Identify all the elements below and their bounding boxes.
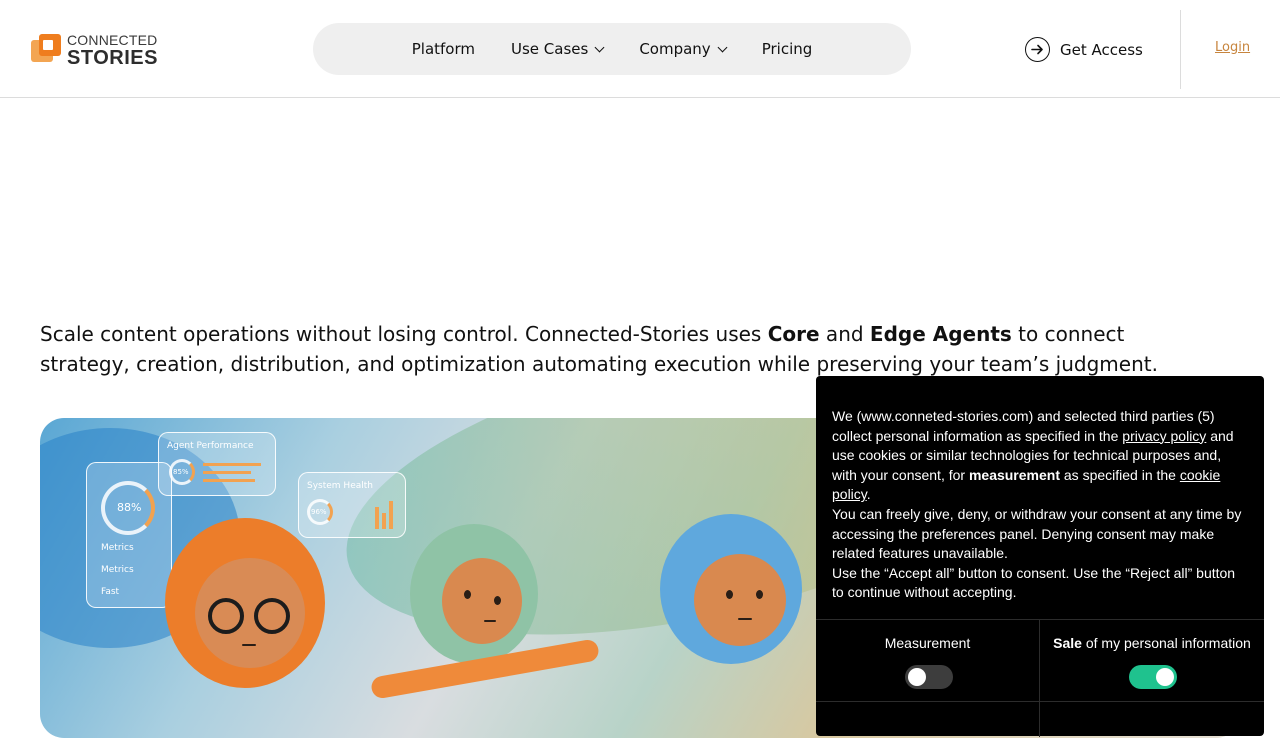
- arrow-right-circle-icon: [1025, 37, 1050, 62]
- site-header: CONNECTED STORIES Platform Use Cases Com…: [0, 0, 1280, 98]
- login-link[interactable]: Login: [1215, 40, 1250, 55]
- header-divider: [1180, 10, 1181, 89]
- get-access-button[interactable]: Get Access: [1025, 37, 1143, 62]
- nav-item-label: Pricing: [761, 40, 813, 58]
- agent-performance-panel: Agent Performance 85%: [158, 432, 276, 496]
- sale-label: Sale of my personal information: [1053, 635, 1251, 651]
- cookie-accept-reject-text: Use the “Accept all” button to consent. …: [832, 564, 1236, 601]
- nav-item-company[interactable]: Company: [639, 40, 728, 58]
- nav-item-pricing[interactable]: Pricing: [762, 40, 813, 58]
- metrics-panel: 88% Metrics Metrics Fast: [86, 462, 172, 608]
- measurement-label: Measurement: [884, 635, 971, 651]
- nav-item-label: Platform: [411, 40, 475, 58]
- nav-item-use-cases[interactable]: Use Cases: [511, 40, 605, 58]
- measurement-toggle[interactable]: [905, 665, 953, 689]
- cookie-toggle-grid: Measurement Sale of my personal informat…: [816, 619, 1264, 737]
- logo-line-1: CONNECTED: [67, 31, 158, 48]
- nav-item-platform[interactable]: Platform: [412, 40, 475, 58]
- chevron-down-icon: [594, 42, 605, 52]
- logo-line-2: STORIES: [67, 46, 158, 69]
- nav-item-label: Company: [639, 40, 711, 58]
- main-nav: Platform Use Cases Company Pricing: [313, 23, 911, 75]
- privacy-policy-link[interactable]: privacy policy: [1122, 428, 1206, 444]
- intro-paragraph: Scale content operations without losing …: [40, 322, 1158, 376]
- logo-mark-icon: [31, 34, 63, 66]
- chevron-down-icon: [717, 42, 728, 52]
- sale-toggle-cell: Sale of my personal information: [1040, 620, 1264, 702]
- intro-core: Core: [767, 322, 820, 346]
- sale-personal-info-toggle[interactable]: [1129, 665, 1177, 689]
- connected-stories-logo[interactable]: CONNECTED STORIES: [31, 32, 161, 68]
- system-health-panel: System Health 96%: [298, 472, 406, 538]
- intro-edge-agents: Edge Agents: [869, 322, 1012, 346]
- cookie-consent-banner: We (www.conneted-stories.com) and select…: [816, 376, 1264, 737]
- cookie-notice-text: We (www.conneted-stories.com) and select…: [832, 408, 1242, 601]
- measurement-toggle-cell: Measurement: [816, 620, 1040, 702]
- nav-item-label: Use Cases: [511, 40, 589, 58]
- cookie-preferences-text: You can freely give, deny, or withdraw y…: [832, 505, 1242, 562]
- get-access-label: Get Access: [1060, 40, 1143, 59]
